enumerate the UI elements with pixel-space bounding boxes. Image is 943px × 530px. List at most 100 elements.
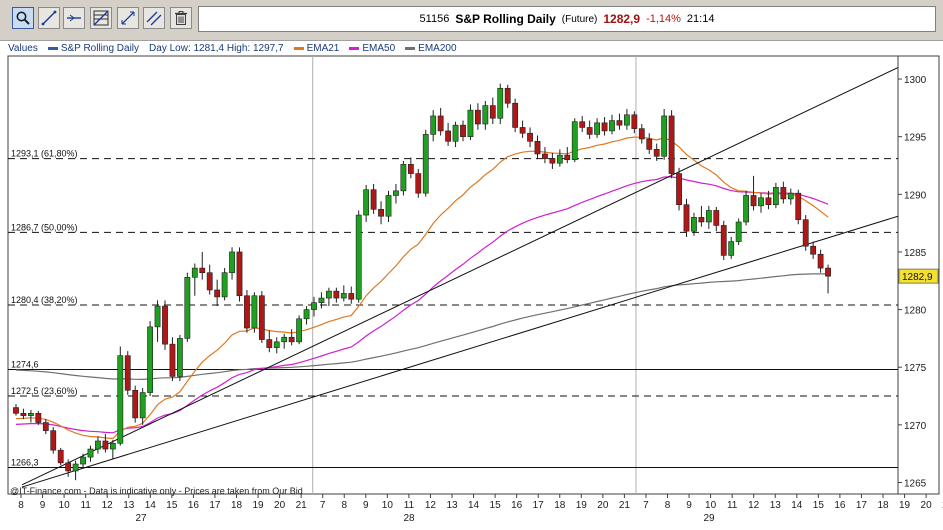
candle-body xyxy=(35,413,42,423)
candle-body xyxy=(311,302,317,310)
candle-body xyxy=(683,204,690,232)
x-tick-label: 16 xyxy=(834,500,846,511)
candle-body xyxy=(169,343,176,377)
x-tick-label: 9 xyxy=(40,500,46,511)
trend-tool-button[interactable] xyxy=(117,7,139,29)
candle-body xyxy=(594,122,600,135)
x-tick-label: 10 xyxy=(59,500,71,511)
x-tick-label: 14 xyxy=(791,500,803,511)
horizontal-line-button[interactable] xyxy=(63,7,85,29)
y-tick-label: 1265 xyxy=(904,478,927,489)
candle-body xyxy=(579,121,586,128)
candle-body xyxy=(497,87,504,119)
y-tick-label: 1290 xyxy=(904,190,927,201)
candle-body xyxy=(430,115,437,135)
candle-body xyxy=(27,413,34,416)
last-price: 1282,9 xyxy=(603,12,641,26)
candle-body xyxy=(616,120,623,126)
candle-body xyxy=(519,127,526,134)
x-tick-label: 20 xyxy=(274,500,286,511)
instrument-info-bar: 51156 S&P Rolling Daily (Future) 1282,9 … xyxy=(198,6,936,32)
x-tick-label: 17 xyxy=(209,500,221,511)
candle-body xyxy=(258,295,265,340)
y-tick-label: 1285 xyxy=(904,248,927,259)
x-tick-label: 16 xyxy=(511,500,523,511)
price-chart[interactable]: 1293,1 (61,80%) 1286,7 (50,00%) 1280,4 (38… xyxy=(0,40,943,530)
candle-body xyxy=(162,305,168,345)
hline-icon xyxy=(67,14,81,22)
candle-body xyxy=(42,422,49,431)
candle-body xyxy=(147,326,153,393)
candle-body xyxy=(743,195,749,223)
x-tick-label: 17 xyxy=(533,500,545,511)
candle-body xyxy=(713,210,720,226)
candle xyxy=(251,292,258,333)
candle-body xyxy=(720,225,727,256)
candle-body xyxy=(802,219,809,247)
delete-button[interactable] xyxy=(170,7,192,29)
chart-legend: Values S&P Rolling Daily Day Low: 1281,4… xyxy=(8,43,457,54)
magnifier-icon xyxy=(16,11,30,25)
candle-body xyxy=(214,289,221,298)
x-tick-label: 18 xyxy=(877,500,889,511)
candle-body xyxy=(184,277,191,339)
parallel-lines-button[interactable] xyxy=(143,7,165,29)
x-tick-label: 7 xyxy=(320,500,326,511)
candle-body xyxy=(132,389,139,419)
candle-body xyxy=(474,109,481,125)
candle-body xyxy=(542,153,548,159)
instrument-code: 51156 xyxy=(419,13,450,25)
candle xyxy=(177,334,183,382)
candle-body xyxy=(363,189,370,216)
candle-body xyxy=(378,209,384,217)
candle xyxy=(355,210,362,303)
candle-body xyxy=(780,187,787,200)
chart-canvas[interactable]: 1293,1 (61,80%) 1286,7 (50,00%) 1280,4 (38… xyxy=(0,40,943,530)
legend-ema21: EMA21 xyxy=(293,43,339,54)
candle-body xyxy=(109,442,116,450)
candle-body xyxy=(489,105,496,119)
fibonacci-button[interactable] xyxy=(90,7,112,29)
candle-body xyxy=(251,295,258,329)
candle-body xyxy=(460,124,466,137)
level-label: 1286,7 (50,00%) xyxy=(11,222,78,232)
level-label: 1280,4 (38,20%) xyxy=(11,295,78,305)
candle-body xyxy=(348,293,355,300)
candle xyxy=(668,110,675,179)
legend-ema200: EMA200 xyxy=(405,43,457,54)
candle-body xyxy=(787,192,794,200)
current-price-label: 1282,9 xyxy=(902,272,933,283)
candle-body xyxy=(65,462,72,472)
candle xyxy=(221,268,228,301)
draw-line-button[interactable] xyxy=(38,7,60,29)
candle-body xyxy=(206,272,213,291)
candle xyxy=(258,291,265,344)
candle-body xyxy=(825,267,831,277)
candle-body xyxy=(549,158,556,164)
candle-body xyxy=(810,245,817,255)
trash-icon xyxy=(175,11,187,25)
candle-body xyxy=(698,217,705,223)
candle-body xyxy=(661,115,668,157)
x-tick-label: 12 xyxy=(748,500,760,511)
fibonacci-icon xyxy=(93,10,109,26)
candle xyxy=(720,220,727,261)
candle xyxy=(795,189,802,225)
candle-body xyxy=(646,138,653,150)
x-tick-label: 21 xyxy=(619,500,631,511)
candle-body xyxy=(221,272,228,298)
candle-body xyxy=(415,173,422,194)
candle xyxy=(236,247,243,302)
candle-body xyxy=(80,456,86,465)
candle-body xyxy=(586,127,593,135)
x-tick-label: 15 xyxy=(166,500,178,511)
x-tick-label: 10 xyxy=(705,500,717,511)
x-tick-label: 8 xyxy=(18,500,24,511)
candle xyxy=(50,427,57,454)
candle xyxy=(497,83,504,125)
x-tick-label: 9 xyxy=(363,500,369,511)
price-change: -1,14% xyxy=(646,13,681,25)
candle xyxy=(735,218,742,246)
candle-body xyxy=(340,293,347,299)
zoom-tool-button[interactable] xyxy=(12,7,34,29)
